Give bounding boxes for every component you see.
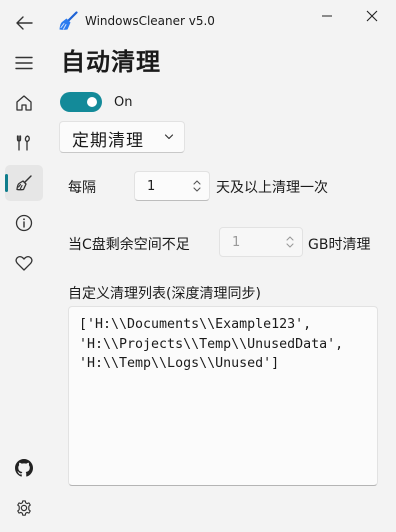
nav-rail <box>0 0 48 532</box>
info-icon <box>15 214 33 232</box>
interval-prefix-label: 每隔 <box>68 180 96 196</box>
selected-indicator <box>5 174 8 192</box>
app-window: WindowsCleaner v5.0 自动清理 On 定期清理 每隔 1 天及… <box>0 0 396 532</box>
custom-list-value: ['H:\\Documents\\Example123', 'H:\\Proje… <box>79 317 352 371</box>
toggle-label: On <box>114 95 133 110</box>
spin-updown-icon[interactable] <box>285 234 295 250</box>
nav-item-github[interactable] <box>5 450 43 486</box>
settings-gear-icon <box>17 500 31 516</box>
minimize-icon <box>322 15 332 17</box>
back-button[interactable] <box>5 5 43 41</box>
nav-item-tools[interactable] <box>5 125 43 161</box>
home-icon <box>16 95 32 111</box>
spin-updown-icon[interactable] <box>192 178 202 194</box>
toggle-knob <box>87 97 97 107</box>
auto-clean-toggle[interactable] <box>60 92 102 112</box>
nav-item-support[interactable] <box>5 245 43 281</box>
disk-space-value: 1 <box>232 235 241 250</box>
nav-item-about[interactable] <box>5 205 43 241</box>
app-logo-icon <box>59 11 78 30</box>
clean-mode-selected: 定期清理 <box>72 131 144 151</box>
page-title: 自动清理 <box>61 48 161 76</box>
interval-days-input[interactable]: 1 <box>134 171 210 201</box>
heart-icon <box>15 255 33 271</box>
interval-suffix-label: 天及以上清理一次 <box>216 180 328 196</box>
custom-list-label: 自定义清理列表(深度清理同步) <box>68 286 261 302</box>
clean-mode-dropdown[interactable]: 定期清理 <box>59 121 185 153</box>
close-icon <box>366 10 378 22</box>
back-arrow-icon <box>16 16 33 30</box>
menu-icon <box>15 56 33 70</box>
custom-list-textarea[interactable]: ['H:\\Documents\\Example123', 'H:\\Proje… <box>68 306 378 486</box>
nav-item-home[interactable] <box>5 85 43 121</box>
interval-days-value: 1 <box>147 179 156 194</box>
broom-icon <box>16 175 32 191</box>
chevron-down-icon <box>164 134 174 140</box>
menu-toggle-button[interactable] <box>5 45 43 81</box>
disk-space-input[interactable]: 1 <box>219 227 303 257</box>
disk-prefix-label: 当C盘剩余空间不足 <box>68 237 190 253</box>
github-icon <box>15 459 33 477</box>
nav-item-auto-clean[interactable] <box>5 165 43 201</box>
disk-suffix-label: GB时清理 <box>308 237 371 253</box>
minimize-button[interactable] <box>312 4 342 28</box>
app-title: WindowsCleaner v5.0 <box>85 14 215 28</box>
nav-item-settings[interactable] <box>5 490 43 526</box>
tools-icon <box>16 135 30 151</box>
close-button[interactable] <box>357 4 387 28</box>
